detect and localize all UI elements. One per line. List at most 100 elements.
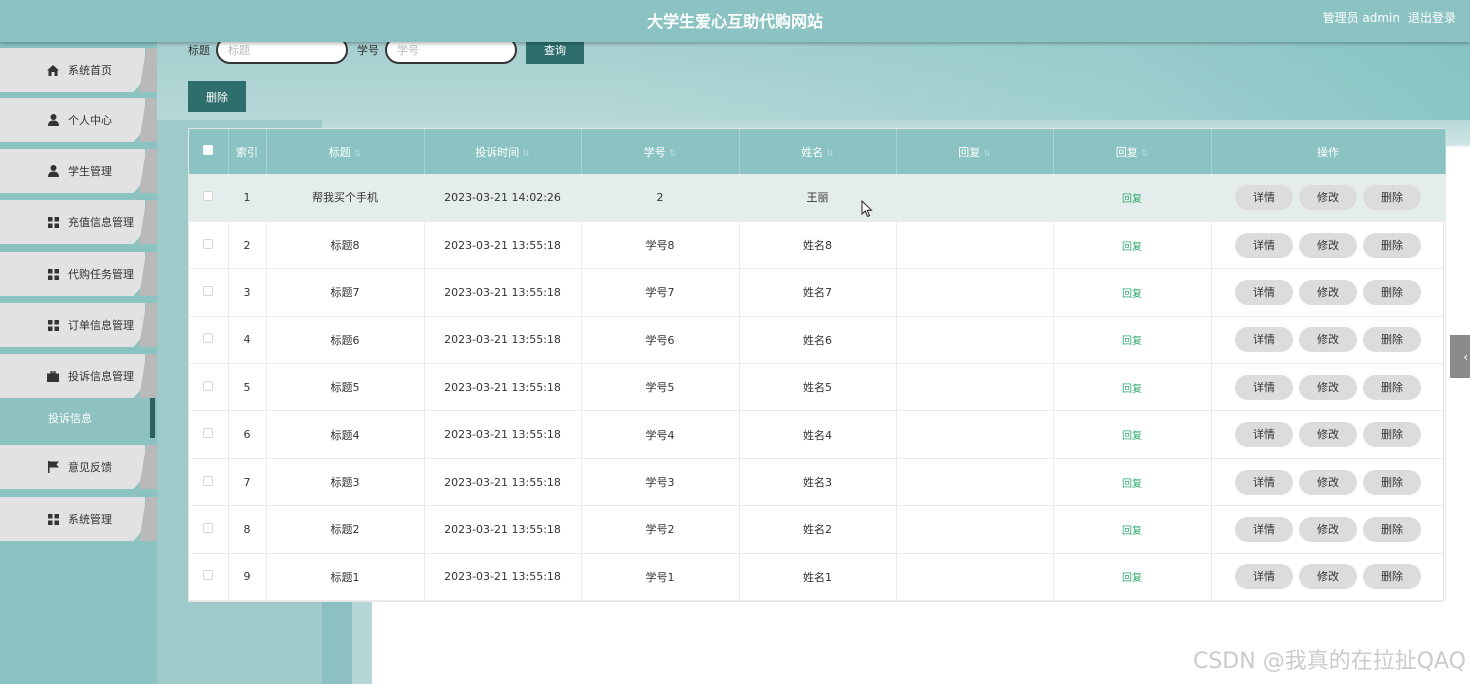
- batch-delete-button[interactable]: 删除: [188, 81, 246, 112]
- column-header-index: 索引: [228, 129, 267, 174]
- reply-link[interactable]: 回复: [1122, 289, 1142, 300]
- detail-button[interactable]: 详情: [1235, 232, 1293, 258]
- edit-button[interactable]: 修改: [1299, 327, 1357, 353]
- sort-icon[interactable]: ⇅: [983, 149, 991, 159]
- detail-button[interactable]: 详情: [1235, 564, 1293, 590]
- detail-button[interactable]: 详情: [1235, 279, 1293, 305]
- row-checkbox[interactable]: [203, 475, 214, 486]
- cell-student-no: 学号4: [581, 410, 740, 459]
- cell-student-no: 学号7: [581, 268, 740, 317]
- edit-button[interactable]: 修改: [1299, 279, 1357, 305]
- detail-button[interactable]: 详情: [1235, 327, 1293, 353]
- row-checkbox-cell[interactable]: [189, 505, 229, 554]
- cell-index: 8: [228, 505, 267, 554]
- reply-link[interactable]: 回复: [1122, 194, 1142, 205]
- detail-button[interactable]: 详情: [1235, 422, 1293, 448]
- reply-link[interactable]: 回复: [1122, 336, 1142, 347]
- sidebar-item-purchase-tasks[interactable]: 代购任务管理: [0, 252, 157, 296]
- row-checkbox[interactable]: [203, 380, 214, 391]
- delete-button[interactable]: 删除: [1363, 374, 1421, 400]
- delete-button[interactable]: 删除: [1363, 232, 1421, 258]
- delete-button[interactable]: 删除: [1363, 564, 1421, 590]
- sidebar-item-complaints[interactable]: 投诉信息管理: [0, 354, 157, 398]
- row-checkbox-cell[interactable]: [189, 268, 229, 317]
- cell-reply: [896, 316, 1054, 364]
- edit-button[interactable]: 修改: [1299, 374, 1357, 400]
- sort-icon[interactable]: ⇅: [1141, 149, 1149, 159]
- sidebar-item-feedback[interactable]: 意见反馈: [0, 445, 157, 489]
- row-checkbox-cell[interactable]: [189, 458, 229, 506]
- column-header-title[interactable]: 标题 ⇅: [266, 129, 425, 174]
- detail-button[interactable]: 详情: [1235, 184, 1293, 210]
- row-checkbox[interactable]: [203, 333, 214, 344]
- select-all-checkbox-cell[interactable]: [189, 129, 229, 174]
- logout-link[interactable]: 退出登录: [1408, 9, 1456, 26]
- sidebar-item-orders[interactable]: 订单信息管理: [0, 303, 157, 347]
- detail-button[interactable]: 详情: [1235, 516, 1293, 542]
- row-checkbox[interactable]: [203, 238, 214, 249]
- row-checkbox[interactable]: [203, 190, 214, 201]
- cell-index: 7: [228, 458, 267, 506]
- sort-icon[interactable]: ⇅: [669, 149, 677, 159]
- edit-button[interactable]: 修改: [1299, 469, 1357, 495]
- edit-button[interactable]: 修改: [1299, 184, 1357, 210]
- edit-button[interactable]: 修改: [1299, 516, 1357, 542]
- sidebar-subitem-complaint-info[interactable]: 投诉信息: [0, 398, 155, 438]
- cell-index: 3: [228, 268, 267, 317]
- column-header-name[interactable]: 姓名 ⇅: [739, 129, 897, 174]
- cell-name: 姓名7: [739, 268, 897, 317]
- reply-link[interactable]: 回复: [1122, 431, 1142, 442]
- delete-button[interactable]: 删除: [1363, 184, 1421, 210]
- sort-icon[interactable]: ⇅: [522, 149, 530, 159]
- reply-link[interactable]: 回复: [1122, 479, 1142, 490]
- cell-reply: [896, 221, 1054, 269]
- select-all-checkbox[interactable]: [203, 145, 214, 155]
- row-checkbox-cell[interactable]: [189, 553, 229, 601]
- column-header-reply[interactable]: 回复 ⇅: [896, 129, 1054, 174]
- reply-link[interactable]: 回复: [1122, 384, 1142, 395]
- delete-button[interactable]: 删除: [1363, 422, 1421, 448]
- sidebar-item-home[interactable]: 系统首页: [0, 48, 157, 92]
- delete-button[interactable]: 删除: [1363, 279, 1421, 305]
- row-checkbox[interactable]: [203, 570, 214, 581]
- column-header-reply-action[interactable]: 回复 ⇅: [1053, 129, 1212, 174]
- cell-reply: [896, 410, 1054, 459]
- sort-icon[interactable]: ⇅: [826, 149, 834, 159]
- row-checkbox[interactable]: [203, 428, 214, 439]
- row-checkbox[interactable]: [203, 285, 214, 296]
- sidebar-item-personal[interactable]: 个人中心: [0, 98, 157, 142]
- detail-button[interactable]: 详情: [1235, 469, 1293, 495]
- row-checkbox-cell[interactable]: [189, 316, 229, 364]
- cell-operations: 详情 修改 删除: [1211, 268, 1446, 317]
- sidebar-item-students[interactable]: 学生管理: [0, 149, 157, 193]
- cell-title: 标题6: [266, 316, 425, 364]
- row-checkbox-cell[interactable]: [189, 221, 229, 269]
- sort-icon[interactable]: ⇅: [354, 149, 362, 159]
- delete-button[interactable]: 删除: [1363, 469, 1421, 495]
- mouse-cursor-icon: [861, 200, 873, 218]
- edit-button[interactable]: 修改: [1299, 564, 1357, 590]
- reply-link[interactable]: 回复: [1122, 242, 1142, 253]
- delete-button[interactable]: 删除: [1363, 327, 1421, 353]
- column-header-student-no[interactable]: 学号 ⇅: [581, 129, 740, 174]
- reply-link[interactable]: 回复: [1122, 526, 1142, 537]
- sidebar-item-system[interactable]: 系统管理: [0, 497, 157, 541]
- edit-button[interactable]: 修改: [1299, 422, 1357, 448]
- edit-button[interactable]: 修改: [1299, 232, 1357, 258]
- cell-name: 姓名4: [739, 410, 897, 459]
- row-checkbox-cell[interactable]: [189, 174, 229, 222]
- cell-index: 2: [228, 221, 267, 269]
- collapse-tab[interactable]: ‹: [1450, 335, 1470, 378]
- row-checkbox-cell[interactable]: [189, 410, 229, 459]
- column-header-time[interactable]: 投诉时间 ⇅: [424, 129, 582, 174]
- sidebar-item-recharge[interactable]: 充值信息管理: [0, 200, 157, 244]
- reply-link[interactable]: 回复: [1122, 573, 1142, 584]
- sidebar-item-label: 系统管理: [68, 513, 112, 526]
- delete-button[interactable]: 删除: [1363, 516, 1421, 542]
- row-checkbox[interactable]: [203, 522, 214, 533]
- cell-name: 姓名3: [739, 458, 897, 506]
- sidebar-item-label: 订单信息管理: [68, 319, 134, 332]
- cell-reply: [896, 363, 1054, 411]
- detail-button[interactable]: 详情: [1235, 374, 1293, 400]
- row-checkbox-cell[interactable]: [189, 363, 229, 411]
